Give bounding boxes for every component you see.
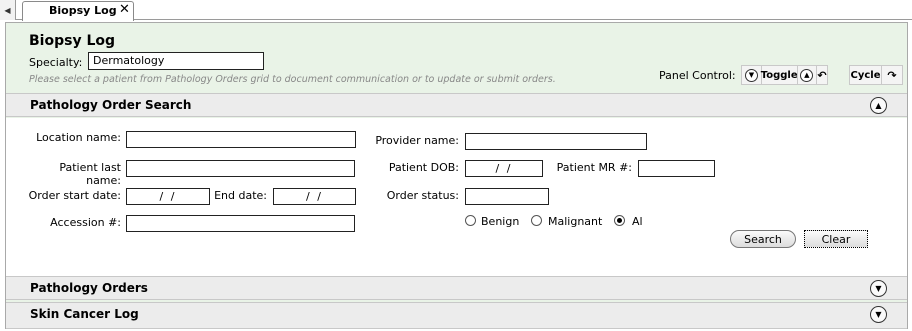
patient-dob-label: Patient DOB: (388, 161, 459, 174)
patient-mr-label: Patient MR #: (556, 161, 632, 174)
patient-mr-input[interactable] (638, 160, 715, 177)
toggle-control-group: ▼ Toggle ▲ ↶ (741, 65, 828, 85)
section-header-skin-cancer[interactable]: Skin Cancer Log ▼ (6, 302, 907, 329)
cycle-button[interactable]: Cycle (850, 66, 881, 84)
undo-icon[interactable]: ↶ (817, 66, 827, 84)
provider-input[interactable] (465, 133, 647, 150)
accession-label: Accession #: (50, 216, 121, 229)
patient-last-name-input[interactable] (126, 160, 355, 177)
provider-label: Provider name: (375, 134, 459, 147)
patient-last-name-label: Patient last name: (59, 161, 121, 187)
close-icon[interactable]: ✕ (119, 2, 130, 17)
order-start-date-label: Order start date: (28, 189, 121, 202)
collapse-all-button[interactable]: ▼ (742, 66, 761, 84)
accession-input[interactable] (126, 215, 355, 232)
redo-icon[interactable]: ↷ (882, 66, 902, 84)
section-header-search[interactable]: Pathology Order Search ▲ (6, 93, 907, 117)
section-title: Pathology Order Search (30, 98, 192, 112)
cycle-control-group: Cycle ↷ (849, 65, 903, 85)
chevron-down-icon: ▼ (745, 68, 758, 82)
order-start-date-input[interactable]: / / (126, 188, 210, 205)
chevron-up-icon[interactable]: ▲ (870, 97, 887, 114)
page-title: Biopsy Log (29, 33, 116, 49)
specialty-field[interactable]: Dermatology (88, 52, 264, 70)
radio-all[interactable] (614, 215, 625, 226)
caret-left-icon[interactable]: ◀ (0, 0, 16, 20)
chevron-down-icon[interactable]: ▼ (870, 280, 887, 297)
panel-control-label: Panel Control: (659, 69, 736, 82)
section-header-orders[interactable]: Pathology Orders ▼ (6, 276, 907, 300)
chevron-up-icon: ▲ (800, 68, 814, 82)
chevron-down-icon[interactable]: ▼ (870, 306, 887, 323)
toggle-button[interactable]: Toggle (761, 66, 798, 84)
radio-all-label: Al (632, 215, 643, 228)
instruction-hint: Please select a patient from Pathology O… (29, 74, 556, 85)
end-date-input[interactable]: / / (273, 188, 356, 205)
location-label: Location name: (36, 131, 121, 144)
clear-button[interactable]: Clear (804, 230, 868, 248)
radio-malignant[interactable] (531, 215, 542, 226)
end-date-label: End date: (214, 189, 267, 202)
search-form: Location name: Provider name: Patient la… (6, 118, 907, 276)
order-status-input[interactable] (465, 188, 549, 205)
header-area: Biopsy Log Specialty: Dermatology Please… (6, 23, 907, 93)
section-title: Pathology Orders (30, 281, 148, 295)
location-input[interactable] (126, 131, 356, 148)
search-button[interactable]: Search (730, 230, 796, 248)
biopsy-log-panel: Biopsy Log Specialty: Dermatology Please… (5, 22, 908, 329)
radio-benign-label: Benign (481, 215, 520, 228)
tab-biopsy-log[interactable]: Biopsy Log ✕ (22, 1, 134, 21)
specialty-label: Specialty: (29, 56, 83, 69)
section-title: Skin Cancer Log (30, 307, 139, 321)
expand-all-button[interactable]: ▲ (797, 66, 816, 84)
radio-malignant-label: Malignant (548, 215, 603, 228)
order-status-label: Order status: (386, 189, 459, 202)
tab-label: Biopsy Log (49, 4, 117, 17)
tab-strip: ◀ Biopsy Log ✕ (0, 0, 912, 21)
radio-benign[interactable] (465, 215, 476, 226)
patient-dob-input[interactable]: / / (465, 160, 543, 177)
